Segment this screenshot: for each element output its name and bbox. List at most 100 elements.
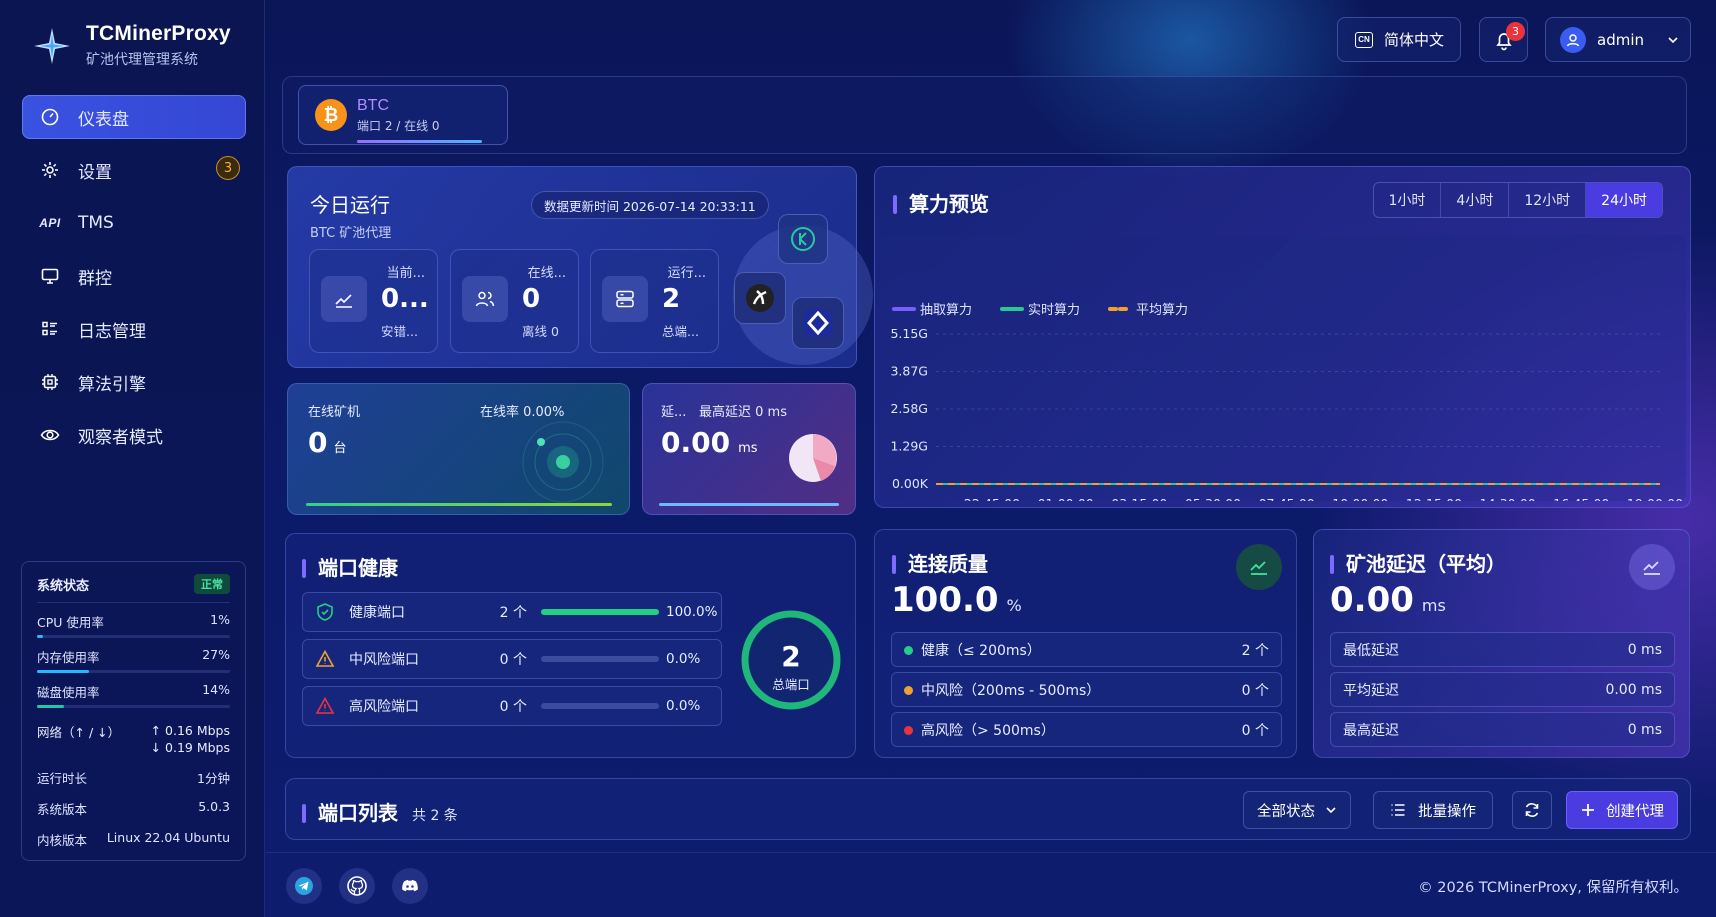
sidebar-item-group-control[interactable]: 群控 bbox=[22, 254, 246, 298]
tile-label: 在线... bbox=[527, 266, 566, 281]
memory-value: 27% bbox=[202, 647, 230, 662]
latency-row-value: 0 ms bbox=[1627, 641, 1662, 658]
sidebar-item-settings[interactable]: 设置 3 bbox=[22, 148, 246, 192]
uptime-label: 运行时长 bbox=[37, 771, 88, 786]
pool-latency-title: 矿池延迟（平均） bbox=[1346, 552, 1506, 576]
github-icon[interactable] bbox=[339, 868, 375, 904]
health-row-medium: 中风险端口 0 个 0.0% bbox=[302, 639, 722, 679]
discord-icon[interactable] bbox=[392, 868, 428, 904]
sidebar-item-label: 设置 bbox=[78, 162, 112, 183]
coin-tab-underline bbox=[357, 140, 482, 143]
quality-row-label: 高风险（> 500ms） bbox=[921, 722, 1055, 739]
legend-label: 抽取算力 bbox=[920, 303, 972, 318]
latency-row-label: 最低延迟 bbox=[1343, 642, 1399, 659]
disk-label: 磁盘使用率 bbox=[37, 685, 100, 700]
network-up: ↑ 0.16 Mbps bbox=[150, 723, 230, 738]
sidebar-item-dashboard[interactable]: 仪表盘 bbox=[22, 95, 246, 139]
system-status-title: 系统状态 bbox=[37, 578, 90, 594]
pool-latency-card: 矿池延迟（平均） 0.00 ms 最低延迟 0 ms 平均延迟 0.00 ms 最高延… bbox=[1313, 529, 1690, 758]
latency-value: 0.00 bbox=[661, 426, 731, 459]
status-filter-select[interactable]: 全部状态 bbox=[1243, 791, 1351, 829]
memory-label: 内存使用率 bbox=[37, 650, 100, 665]
notification-badge: 3 bbox=[1506, 22, 1525, 41]
coin-tab-btc[interactable]: ₿ BTC 端口 2 / 在线 0 bbox=[298, 85, 508, 145]
quality-unit: % bbox=[1006, 596, 1022, 615]
latency-pie-icon bbox=[789, 434, 837, 482]
warning-icon bbox=[315, 649, 335, 667]
health-row-count: 0 个 bbox=[499, 652, 527, 668]
latency-row-label: 最高延迟 bbox=[1343, 722, 1399, 739]
server-icon bbox=[602, 276, 648, 322]
port-health-card: 端口健康 健康端口 2 个 100.0% 中风险端口 0 个 0.0% 高风险端… bbox=[285, 533, 856, 758]
health-row-pct: 0.0% bbox=[666, 651, 701, 667]
brand-subtitle: 矿池代理管理系统 bbox=[86, 52, 198, 68]
sidebar-item-algorithm[interactable]: 算法引擎 bbox=[22, 360, 246, 404]
tile-label: 当前... bbox=[386, 266, 425, 281]
notification-button[interactable]: 3 bbox=[1479, 17, 1528, 62]
users-icon bbox=[462, 276, 508, 322]
brand-logo[interactable]: TCMinerProxy 矿池代理管理系统 bbox=[32, 22, 231, 69]
tab-4h[interactable]: 4小时 bbox=[1441, 183, 1510, 217]
health-row-high: 高风险端口 0 个 0.0% bbox=[302, 686, 722, 726]
health-row-bar bbox=[541, 609, 659, 615]
sidebar-item-logs[interactable]: 日志管理 bbox=[22, 307, 246, 351]
quality-row-high: 高风险（> 500ms） 0 个 bbox=[891, 712, 1282, 747]
latency-label: 延... bbox=[661, 405, 687, 420]
tab-12h[interactable]: 12小时 bbox=[1509, 183, 1587, 217]
tab-24h[interactable]: 24小时 bbox=[1586, 183, 1662, 217]
stat-tile-current: 当前... 0... 安错... bbox=[309, 249, 438, 353]
health-row-name: 中风险端口 bbox=[349, 652, 419, 668]
tab-1h[interactable]: 1小时 bbox=[1374, 183, 1442, 217]
gear-icon bbox=[40, 160, 60, 180]
chevron-down-icon bbox=[1326, 807, 1336, 814]
health-row-name: 健康端口 bbox=[349, 605, 405, 621]
latency-bar bbox=[659, 503, 839, 506]
x-tick-label: 22:45:00 bbox=[964, 496, 1020, 501]
telegram-icon[interactable] bbox=[286, 868, 322, 904]
language-switch-button[interactable]: CN 简体中文 bbox=[1337, 17, 1461, 62]
latency-row-label: 平均延迟 bbox=[1343, 682, 1399, 699]
refresh-icon bbox=[1525, 803, 1539, 817]
tile-sub: 总端... bbox=[662, 324, 699, 339]
api-icon: API bbox=[39, 216, 61, 230]
x-tick-label: 07:45:00 bbox=[1259, 496, 1315, 501]
cpu-label: CPU 使用率 bbox=[37, 615, 104, 630]
online-miners-bar bbox=[306, 503, 612, 506]
x-tick-label: 01:00:00 bbox=[1038, 496, 1094, 501]
diamond-coin-icon bbox=[792, 297, 844, 349]
update-time: 数据更新时间 2026-07-14 20:33:11 bbox=[531, 191, 769, 219]
cpu-value: 1% bbox=[210, 612, 230, 627]
port-list-card: 端口列表共 2 条 全部状态 批量操作 创建代理 bbox=[285, 778, 1691, 840]
user-menu-button[interactable]: admin bbox=[1545, 17, 1691, 62]
monitor-icon bbox=[40, 266, 60, 286]
sidebar-nav: 仪表盘 设置 3 API TMS 群控 日志管理 算法引擎 观察者模式 bbox=[22, 95, 246, 466]
online-miners-unit: 台 bbox=[333, 441, 347, 456]
disk-bar bbox=[37, 705, 230, 708]
y-tick-label: 3.87G bbox=[890, 364, 928, 379]
x-tick-label: 10:00:00 bbox=[1332, 496, 1388, 501]
chart-area: 抽取算力 实时算力 平均算力 5.15G 3.87G 2.58G 1.29G 0.00K 22:… bbox=[880, 235, 1686, 511]
latency-row-avg: 平均延迟 0.00 ms bbox=[1330, 672, 1675, 707]
refresh-button[interactable] bbox=[1512, 791, 1552, 829]
sidebar-item-observer[interactable]: 观察者模式 bbox=[22, 413, 246, 457]
latency-row-value: 0 ms bbox=[1627, 721, 1662, 738]
list-icon bbox=[1391, 804, 1405, 816]
dashboard-icon bbox=[40, 107, 60, 127]
sidebar-item-tms[interactable]: API TMS bbox=[22, 201, 246, 245]
quality-row-label: 中风险（200ms - 500ms） bbox=[921, 682, 1101, 699]
health-row-healthy: 健康端口 2 个 100.0% bbox=[302, 592, 722, 632]
pool-latency-unit: ms bbox=[1421, 596, 1446, 615]
today-running-card: 今日运行 BTC 矿池代理 数据更新时间 2026-07-14 20:33:11… bbox=[287, 166, 873, 368]
health-row-bar bbox=[541, 656, 659, 662]
y-tick-label: 1.29G bbox=[890, 439, 928, 454]
coin-selector-bar: ₿ BTC 端口 2 / 在线 0 bbox=[282, 76, 1687, 154]
health-row-pct: 100.0% bbox=[666, 604, 718, 620]
port-list-count: 共 2 条 bbox=[412, 808, 458, 824]
batch-operation-button[interactable]: 批量操作 bbox=[1373, 791, 1493, 829]
create-proxy-button[interactable]: 创建代理 bbox=[1566, 791, 1678, 829]
radar-icon bbox=[522, 421, 604, 503]
quality-row-count: 2 个 bbox=[1241, 642, 1269, 659]
disk-value: 14% bbox=[202, 682, 230, 697]
quality-title: 连接质量 bbox=[908, 552, 988, 576]
tile-label: 运行... bbox=[667, 266, 706, 281]
